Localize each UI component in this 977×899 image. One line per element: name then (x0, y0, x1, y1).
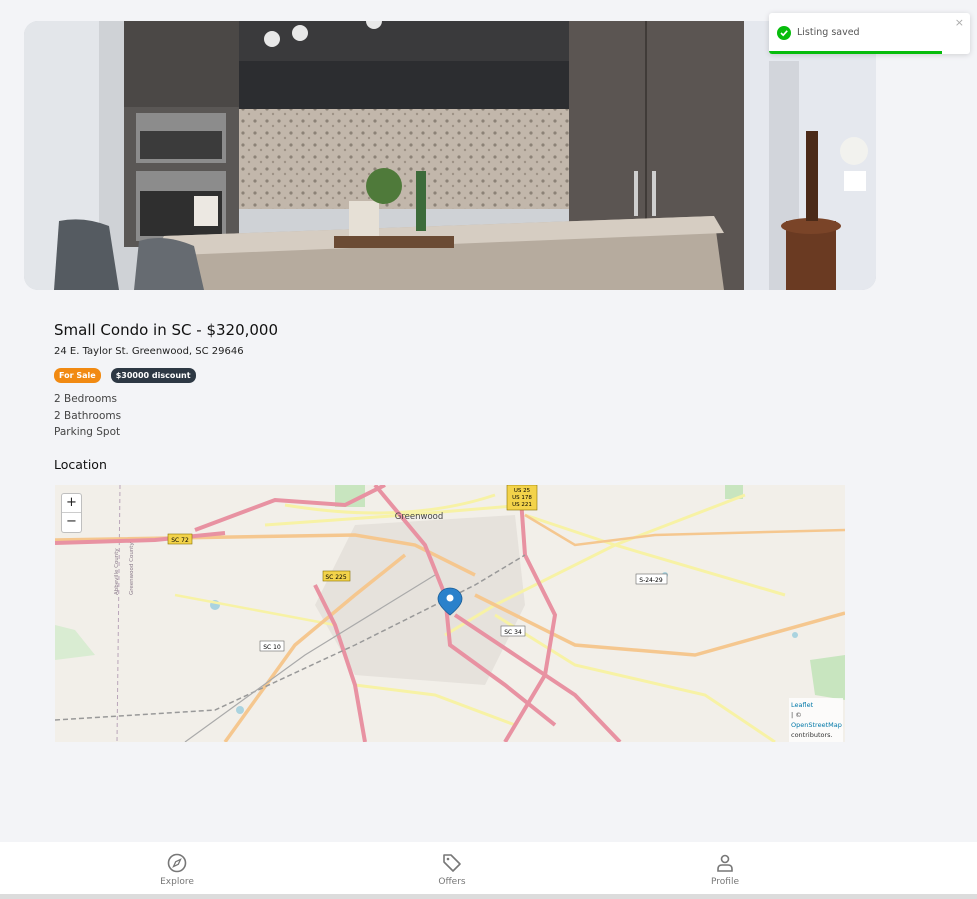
map-label-city: Greenwood (395, 512, 444, 522)
toast-message: Listing saved (797, 27, 860, 38)
map-label-us178: US 178 (512, 495, 532, 501)
attribution-contributors: contributors. (791, 731, 833, 739)
close-icon[interactable]: × (955, 16, 964, 29)
zoom-out-button[interactable]: − (62, 513, 81, 532)
toast-notification: Listing saved × (769, 13, 970, 54)
map-label-county1: Abbeville County (114, 548, 120, 595)
map-label-sc225: SC 225 (325, 574, 347, 581)
osm-link[interactable]: OpenStreetMap (791, 721, 842, 729)
nav-explore[interactable]: Explore (117, 842, 237, 899)
zoom-in-button[interactable]: + (62, 494, 81, 513)
check-circle-icon (777, 26, 791, 40)
user-icon (714, 852, 736, 878)
map-label-s2429: S-24-29 (639, 577, 663, 584)
leaflet-link[interactable]: Leaflet (791, 701, 813, 709)
listing-title: Small Condo in SC - $320,000 (54, 321, 279, 339)
map-label-county2: Greenwood County (129, 542, 135, 595)
location-map[interactable]: SC 72 SC 225 SC 10 SC 34 S-24-29 US 25 U… (55, 485, 845, 742)
nav-profile-label: Profile (711, 877, 739, 887)
for-sale-badge: For Sale (54, 368, 101, 383)
nav-offers[interactable]: Offers (392, 842, 512, 899)
map-label-sc72: SC 72 (171, 537, 189, 544)
nav-explore-label: Explore (160, 877, 194, 887)
feature-list: 2 Bedrooms 2 Bathrooms Parking Spot (54, 391, 121, 441)
feature-bathrooms: 2 Bathrooms (54, 409, 122, 422)
feature-parking: Parking Spot (54, 426, 121, 438)
map-label-sc34: SC 34 (504, 629, 522, 636)
attribution-separator: | © (791, 711, 802, 719)
scrollbar-track (0, 894, 977, 899)
tag-icon (441, 852, 463, 878)
location-heading: Location (54, 457, 107, 472)
nav-offers-label: Offers (438, 877, 466, 887)
map-label-us221: US 221 (512, 502, 532, 508)
compass-icon (166, 852, 188, 878)
listing-photo (24, 21, 876, 290)
bottom-navigation: Explore Offers Profile (0, 842, 977, 899)
map-label-us25: US 25 (514, 488, 531, 494)
map-label-sc10: SC 10 (263, 644, 281, 651)
nav-profile[interactable]: Profile (665, 842, 785, 899)
map-attribution: Leaflet | © OpenStreetMap contributors. (789, 698, 843, 742)
toast-progress-bar (769, 51, 942, 54)
discount-badge: $30000 discount (110, 368, 196, 383)
feature-bedrooms: 2 Bedrooms (54, 393, 117, 405)
badge-row: For Sale $30000 discount (54, 368, 196, 383)
map-zoom-control: + − (61, 493, 82, 533)
listing-address: 24 E. Taylor St. Greenwood, SC 29646 (54, 346, 244, 357)
